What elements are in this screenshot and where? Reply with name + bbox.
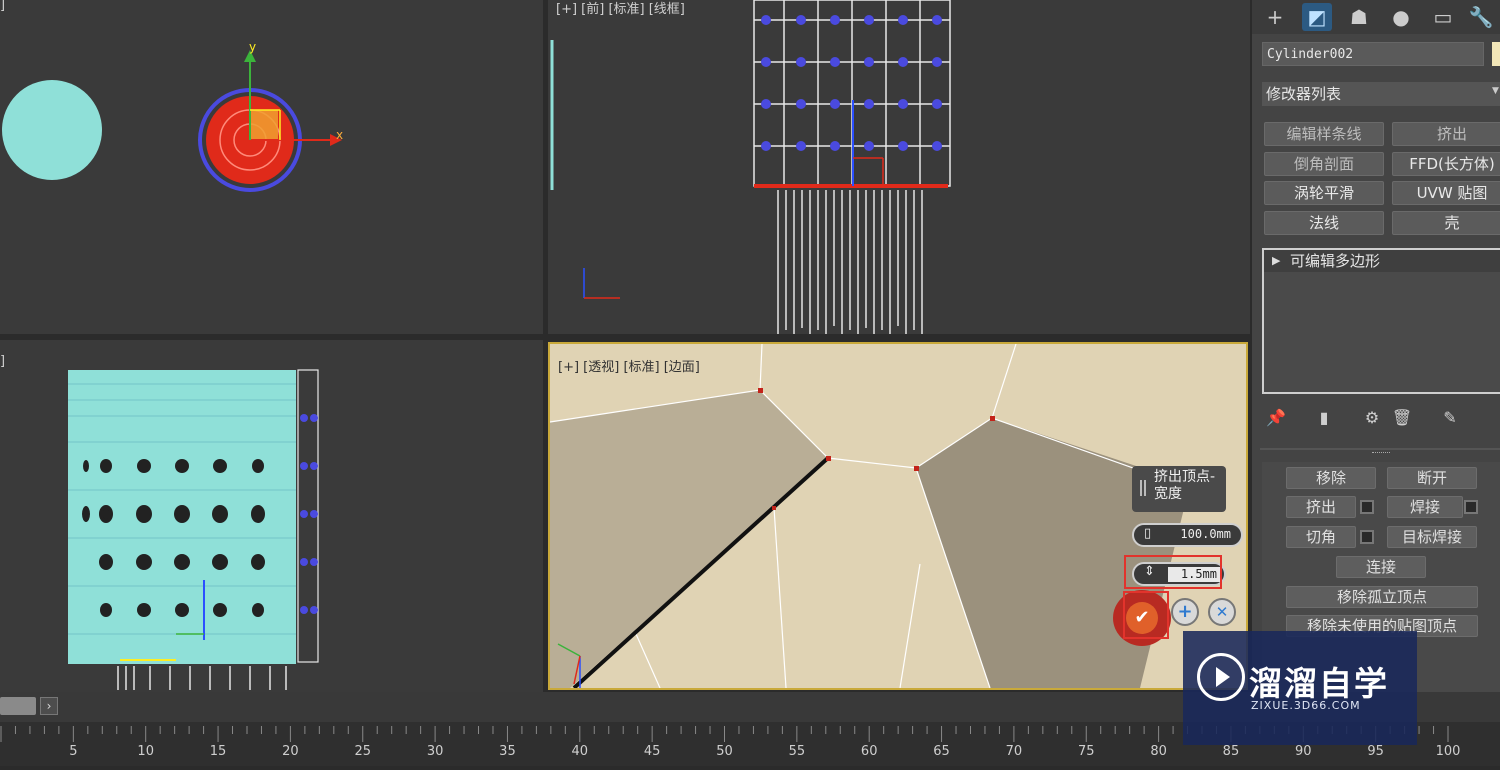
ruler-tick-label: 85 xyxy=(1223,744,1240,759)
caddy-header[interactable]: 挤出顶点-宽度 xyxy=(1132,466,1226,512)
extrude-settings-button[interactable] xyxy=(1360,500,1374,514)
target-weld-button[interactable]: 目标焊接 xyxy=(1387,526,1477,548)
watermark-title: 溜溜自学 xyxy=(1249,664,1389,703)
expand-arrow-icon[interactable]: ▶ xyxy=(1272,250,1280,272)
remove-modifier-icon[interactable]: 🗑 xyxy=(1390,406,1414,430)
chamfer-settings-button[interactable] xyxy=(1360,530,1374,544)
stack-item-label: 可编辑多边形 xyxy=(1290,252,1381,270)
modifier-button-normal[interactable]: 法线 xyxy=(1264,211,1384,235)
ruler-tick-label: 20 xyxy=(282,744,299,759)
remove-button[interactable]: 移除 xyxy=(1286,467,1376,489)
utilities-icon[interactable]: 🔧 xyxy=(1466,3,1496,31)
axis-x-label: x xyxy=(336,128,344,142)
connect-button[interactable]: 连接 xyxy=(1336,556,1426,578)
display-icon[interactable]: ▭ xyxy=(1428,3,1458,31)
ruler-tick-label: 65 xyxy=(933,744,950,759)
ruler-tick-label: 30 xyxy=(427,744,444,759)
left-view-graphics xyxy=(68,369,319,690)
modifier-button-bevel-profile[interactable]: 倒角剖面 xyxy=(1264,152,1384,176)
hierarchy-icon[interactable]: ☗ xyxy=(1344,3,1374,31)
motion-icon[interactable]: ● xyxy=(1386,3,1416,31)
height-value[interactable]: 100.0mm xyxy=(1180,527,1231,541)
create-icon[interactable]: + xyxy=(1260,3,1290,31)
modifier-button-extrude[interactable]: 挤出 xyxy=(1392,122,1500,146)
viewport-top[interactable]: ] x y xyxy=(0,0,543,334)
command-panel-tabs: + ◩ ☗ ● ▭ 🔧 xyxy=(1252,0,1500,34)
caddy-drag-handle[interactable] xyxy=(1140,480,1146,496)
object-color-swatch[interactable] xyxy=(1492,42,1500,66)
caddy-apply-button[interactable]: + xyxy=(1171,598,1199,626)
chamfer-button[interactable]: 切角 xyxy=(1286,526,1356,548)
stack-toolbar: 📌 ▮ ⚙ 🗑 ✎ xyxy=(1262,404,1492,432)
modifier-button-turbosmooth[interactable]: 涡轮平滑 xyxy=(1264,181,1384,205)
highlight-ok-button xyxy=(1123,591,1169,639)
dropdown-arrow-icon: ▼ xyxy=(1492,86,1499,96)
object-name-field[interactable]: Cylinder002 xyxy=(1262,42,1484,66)
ruler-tick-label: 10 xyxy=(137,744,154,759)
rollout-grip[interactable] xyxy=(1372,452,1390,456)
highlight-width-field xyxy=(1124,555,1222,589)
ruler-tick-label: 45 xyxy=(644,744,661,759)
make-unique-icon[interactable]: ⚙ xyxy=(1360,406,1384,430)
weld-settings-button[interactable] xyxy=(1464,500,1478,514)
modify-icon[interactable]: ◩ xyxy=(1302,3,1332,31)
break-button[interactable]: 断开 xyxy=(1387,467,1477,489)
extrude-button[interactable]: 挤出 xyxy=(1286,496,1356,518)
caddy-title-text: 挤出顶点-宽度 xyxy=(1154,469,1216,502)
modifier-button-uvw-map[interactable]: UVW 贴图 xyxy=(1392,181,1500,205)
ruler-tick-label: 70 xyxy=(1006,744,1023,759)
disc-mesh xyxy=(2,80,102,180)
ruler-tick-label: 90 xyxy=(1295,744,1312,759)
axis-y-label: y xyxy=(249,40,257,54)
caddy-cancel-button[interactable]: ✕ xyxy=(1208,598,1236,626)
modifier-list-dropdown[interactable]: 修改器列表 xyxy=(1262,82,1500,106)
watermark: 溜溜自学 ZIXUE.3D66.COM xyxy=(1183,631,1417,745)
viewport-front[interactable]: [+] [前] [标准] [线框] xyxy=(548,0,1250,334)
play-logo-icon xyxy=(1197,653,1245,701)
ruler-tick-label: 80 xyxy=(1150,744,1167,759)
pin-stack-icon[interactable]: 📌 xyxy=(1264,406,1288,430)
modifier-button-edit-spline[interactable]: 编辑样条线 xyxy=(1264,122,1384,146)
caddy-height-field[interactable]: ▯ 100.0mm xyxy=(1132,523,1243,547)
watermark-url: ZIXUE.3D66.COM xyxy=(1251,699,1361,712)
top-view-graphics xyxy=(2,50,342,192)
stack-item-editable-poly[interactable]: ▶ 可编辑多边形 xyxy=(1264,250,1500,272)
ruler-tick-label: 75 xyxy=(1078,744,1095,759)
time-slider-thumb[interactable] xyxy=(0,697,36,715)
ruler-tick-label: 95 xyxy=(1367,744,1384,759)
front-view-graphics xyxy=(550,0,951,334)
ruler-tick-label: 25 xyxy=(354,744,371,759)
modifier-stack[interactable]: ▶ 可编辑多边形 xyxy=(1262,248,1500,394)
height-icon: ▯ xyxy=(1144,526,1152,541)
ruler-tick-label: 50 xyxy=(716,744,733,759)
modifier-button-ffd-box[interactable]: FFD(长方体) xyxy=(1392,152,1500,176)
next-frame-button[interactable]: › xyxy=(40,697,58,715)
viewport-left[interactable]: ] xyxy=(0,340,543,692)
command-panel: + ◩ ☗ ● ▭ 🔧 Cylinder002 修改器列表 ▼ 编辑样条线 挤出… xyxy=(1252,0,1500,692)
configure-sets-icon[interactable]: ✎ xyxy=(1438,406,1462,430)
remove-isolated-vertices-button[interactable]: 移除孤立顶点 xyxy=(1286,586,1478,608)
ruler-tick-label: 40 xyxy=(572,744,589,759)
weld-button[interactable]: 焊接 xyxy=(1387,496,1463,518)
modifier-button-shell[interactable]: 壳 xyxy=(1392,211,1500,235)
ruler-tick-label: 15 xyxy=(210,744,227,759)
ruler-tick-label: 35 xyxy=(499,744,516,759)
ruler-tick-label: 5 xyxy=(69,744,77,759)
divider xyxy=(1260,448,1500,450)
ruler-tick-label: 55 xyxy=(789,744,806,759)
show-end-result-icon[interactable]: ▮ xyxy=(1312,406,1336,430)
ruler-tick-label: 100 xyxy=(1436,744,1461,759)
ruler-tick-label: 60 xyxy=(861,744,878,759)
